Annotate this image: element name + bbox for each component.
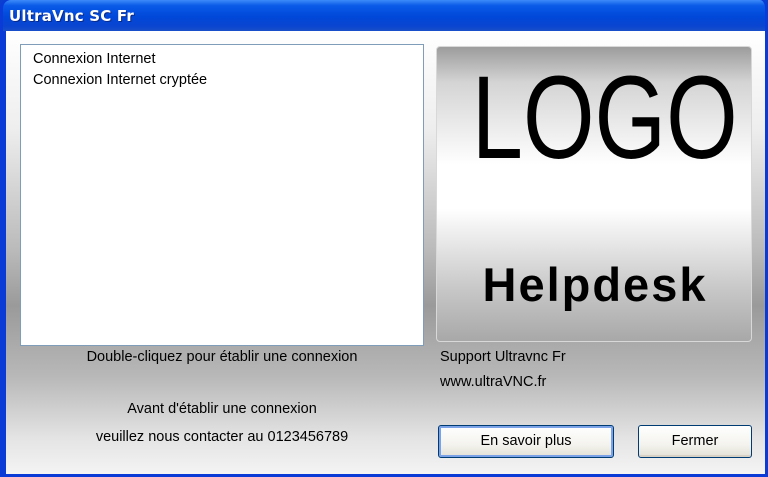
notice-line-1: Avant d'établir une connexion bbox=[127, 401, 317, 417]
connection-item-internet[interactable]: Connexion Internet bbox=[33, 51, 156, 67]
window-title: UltraVnc SC Fr bbox=[9, 7, 134, 25]
connection-list[interactable]: Connexion Internet Connexion Internet cr… bbox=[20, 44, 424, 346]
ultravnc-sc-window: UltraVnc SC Fr Connexion Internet Connex… bbox=[0, 0, 768, 477]
dialog-body: Connexion Internet Connexion Internet cr… bbox=[6, 31, 765, 474]
logo-image: LOGO Helpdesk bbox=[436, 46, 752, 342]
connection-item-internet-encrypted[interactable]: Connexion Internet cryptée bbox=[33, 72, 207, 88]
support-name: Support Ultravnc Fr bbox=[440, 349, 566, 365]
more-info-button[interactable]: En savoir plus bbox=[438, 425, 614, 458]
logo-text: LOGO bbox=[471, 52, 738, 184]
helpdesk-text: Helpdesk bbox=[482, 258, 708, 311]
title-bar[interactable]: UltraVnc SC Fr bbox=[3, 0, 765, 31]
notice-line-2: veuillez nous contacter au 0123456789 bbox=[95, 429, 349, 445]
close-button[interactable]: Fermer bbox=[638, 425, 752, 458]
connection-hint: Double-cliquez pour établir une connexio… bbox=[86, 349, 358, 365]
support-website: www.ultraVNC.fr bbox=[440, 374, 547, 390]
